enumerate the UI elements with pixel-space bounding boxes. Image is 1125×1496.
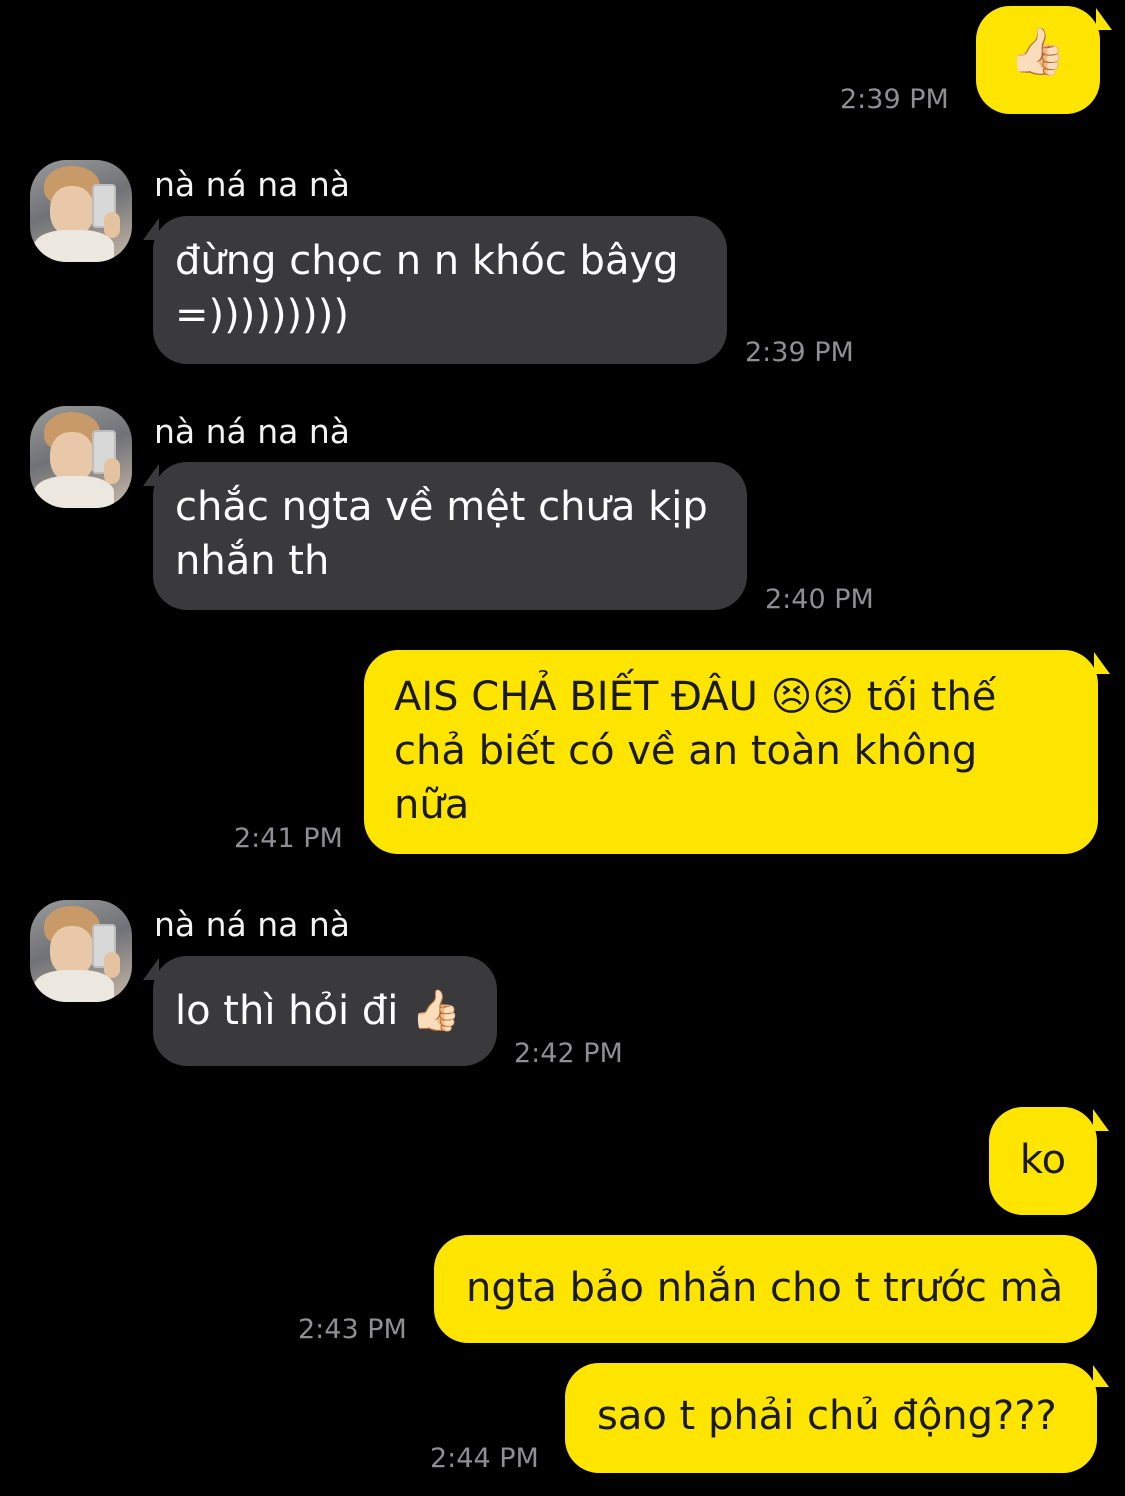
chat-thread[interactable]: 👍🏻 2:39 PM nà ná na nà đừng chọc n n khó… bbox=[0, 0, 1125, 1496]
message-text: ngta bảo nhắn cho t trước mà bbox=[466, 1265, 1064, 1311]
message-text: lo thì hỏi đi 👍🏻 bbox=[175, 988, 461, 1034]
outgoing-message-bubble[interactable]: sao t phải chủ động??? bbox=[565, 1363, 1097, 1473]
outgoing-message-bubble[interactable]: AIS CHẢ BIẾT ĐÂU 😣😣 tối thế chả biết có … bbox=[364, 650, 1098, 854]
contact-avatar[interactable] bbox=[30, 406, 132, 508]
message-text-line: đừng chọc n n khóc bâyg bbox=[175, 238, 679, 284]
message-timestamp: 2:39 PM bbox=[840, 84, 949, 115]
sender-name: nà ná na nà bbox=[154, 412, 351, 451]
message-timestamp: 2:42 PM bbox=[514, 1038, 623, 1069]
bubble-tail bbox=[1094, 652, 1110, 674]
sender-name: nà ná na nà bbox=[154, 905, 351, 944]
outgoing-message-bubble[interactable]: 👍🏻 bbox=[976, 6, 1100, 114]
message-text: ko bbox=[1019, 1137, 1067, 1183]
message-timestamp: 2:43 PM bbox=[298, 1314, 407, 1345]
outgoing-message-bubble[interactable]: ko bbox=[989, 1107, 1097, 1215]
message-text: sao t phải chủ động??? bbox=[597, 1393, 1057, 1439]
message-text-line: nhắn th bbox=[175, 538, 330, 584]
outgoing-message-bubble[interactable]: ngta bảo nhắn cho t trước mà bbox=[434, 1235, 1097, 1343]
bubble-tail bbox=[1093, 1365, 1109, 1387]
bubble-tail bbox=[1093, 1109, 1109, 1131]
thumbs-up-emoji: 👍🏻 bbox=[1009, 24, 1067, 78]
bubble-tail bbox=[1096, 8, 1112, 30]
message-timestamp: 2:40 PM bbox=[765, 584, 874, 615]
message-text-line: chắc ngta về mệt chưa kịp bbox=[175, 484, 708, 530]
message-timestamp: 2:41 PM bbox=[234, 823, 343, 854]
incoming-message-bubble[interactable]: chắc ngta về mệt chưa kịp nhắn th bbox=[153, 462, 747, 610]
message-text-line: AIS CHẢ BIẾT ĐÂU 😣😣 tối thế bbox=[394, 674, 997, 720]
sender-name: nà ná na nà bbox=[154, 165, 351, 204]
incoming-message-bubble[interactable]: lo thì hỏi đi 👍🏻 bbox=[153, 956, 497, 1066]
message-text-line: =))))))))) bbox=[175, 292, 349, 338]
contact-avatar[interactable] bbox=[30, 160, 132, 262]
incoming-message-bubble[interactable]: đừng chọc n n khóc bâyg =))))))))) bbox=[153, 216, 727, 364]
message-timestamp: 2:39 PM bbox=[745, 337, 854, 368]
message-timestamp: 2:44 PM bbox=[430, 1443, 539, 1474]
contact-avatar[interactable] bbox=[30, 900, 132, 1002]
message-text-line: nữa bbox=[394, 782, 470, 828]
message-text-line: chả biết có về an toàn không bbox=[394, 728, 978, 774]
